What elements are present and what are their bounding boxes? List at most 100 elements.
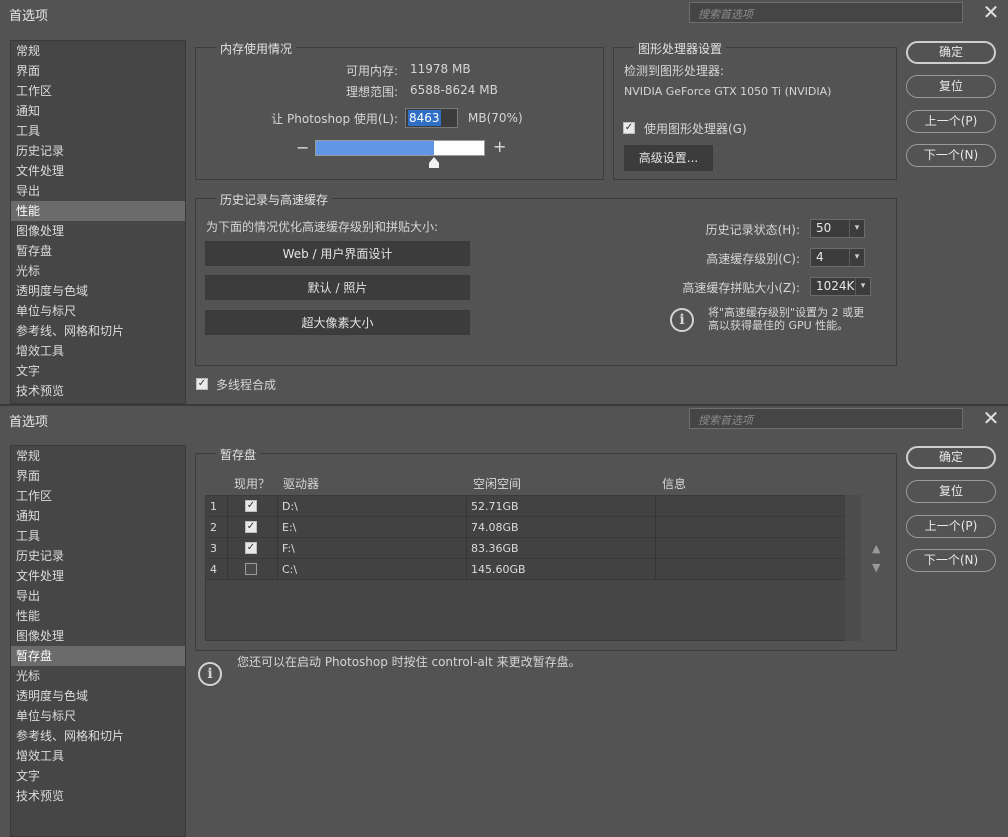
column-header-drive[interactable]: 驱动器 xyxy=(283,475,319,492)
prev-button[interactable]: 上一个(P) xyxy=(906,515,996,538)
active-cell: ✓ xyxy=(228,517,278,538)
default-photos-button[interactable]: 默认 / 照片 xyxy=(205,275,470,300)
cache-levels-select[interactable]: 4 ▾ xyxy=(810,248,865,267)
sidebar-item[interactable]: 历史记录 xyxy=(11,546,185,566)
cache-tile-size-select[interactable]: 1024K ▾ xyxy=(810,277,871,296)
sidebar-item[interactable]: 参考线、网格和切片 xyxy=(11,321,185,341)
scratch-disk-table: 1 ✓ D:\ 52.71GB 2 ✓ E:\ 74.08GB 3 ✓ F:\ 83.36GB 4 C:\… xyxy=(205,495,861,641)
ok-button[interactable]: 确定 xyxy=(906,446,996,469)
sidebar-item[interactable]: 技术预览 xyxy=(11,381,185,401)
gpu-detected-label: 检测到图形处理器: xyxy=(624,64,725,78)
next-button[interactable]: 下一个(N) xyxy=(906,549,996,572)
sidebar-item[interactable]: 常规 xyxy=(11,446,185,466)
active-checkbox[interactable]: ✓ xyxy=(245,521,257,533)
sidebar-item[interactable]: 透明度与色域 xyxy=(11,281,185,301)
row-number: 1 xyxy=(206,496,228,517)
reset-button[interactable]: 复位 xyxy=(906,480,996,503)
sidebar-item[interactable]: 通知 xyxy=(11,506,185,526)
info-icon: i xyxy=(670,308,694,332)
sidebar-item[interactable]: 光标 xyxy=(11,666,185,686)
sidebar-item[interactable]: 文字 xyxy=(11,361,185,381)
sidebar-item[interactable]: 导出 xyxy=(11,586,185,606)
use-gpu-checkbox[interactable]: ✓ xyxy=(623,122,635,134)
sidebar-item[interactable]: 界面 xyxy=(11,466,185,486)
sidebar-item[interactable]: 文件处理 xyxy=(11,161,185,181)
info-cell xyxy=(656,559,846,580)
move-up-icon[interactable]: ▲ xyxy=(872,542,880,555)
sidebar-item[interactable]: 技术预览 xyxy=(11,786,185,806)
sidebar-item[interactable]: 透明度与色域 xyxy=(11,686,185,706)
search-input[interactable]: 搜索首选项 xyxy=(689,2,963,23)
sidebar-item[interactable]: 光标 xyxy=(11,261,185,281)
sidebar-item[interactable]: 参考线、网格和切片 xyxy=(11,726,185,746)
table-scrollbar[interactable] xyxy=(845,495,861,641)
sidebar-item[interactable]: 性能 xyxy=(11,201,185,221)
memory-use-unit: MB(70%) xyxy=(468,111,523,125)
let-photoshop-use-label: 让 Photoshop 使用(L): xyxy=(271,112,398,126)
table-row[interactable]: 4 C:\ 145.60GB xyxy=(206,559,846,580)
chevron-down-icon: ▾ xyxy=(849,220,864,237)
history-states-value: 50 xyxy=(816,221,832,235)
move-down-icon[interactable]: ▼ xyxy=(872,561,880,574)
advanced-settings-button[interactable]: 高级设置... xyxy=(624,145,713,171)
close-icon[interactable]: ✕ xyxy=(980,406,1002,430)
huge-pixel-size-button[interactable]: 超大像素大小 xyxy=(205,310,470,335)
sidebar-item[interactable]: 增效工具 xyxy=(11,341,185,361)
info-icon: i xyxy=(198,662,222,686)
multithread-label: 多线程合成 xyxy=(216,378,277,392)
table-row[interactable]: 3 ✓ F:\ 83.36GB xyxy=(206,538,846,559)
column-header-free-space[interactable]: 空闲空间 xyxy=(473,475,521,492)
active-checkbox[interactable] xyxy=(245,563,257,575)
history-states-select[interactable]: 50 ▾ xyxy=(810,219,865,238)
sidebar-item[interactable]: 增效工具 xyxy=(11,746,185,766)
sidebar-item[interactable]: 工具 xyxy=(11,121,185,141)
table-row[interactable]: 2 ✓ E:\ 74.08GB xyxy=(206,517,846,538)
sidebar-item[interactable]: 单位与标尺 xyxy=(11,706,185,726)
multithread-checkbox[interactable]: ✓ xyxy=(196,378,208,390)
sidebar-item[interactable]: 常规 xyxy=(11,41,185,61)
cache-tile-size-value: 1024K xyxy=(816,279,855,293)
web-ui-design-button[interactable]: Web / 用户界面设计 xyxy=(205,241,470,266)
sidebar-item[interactable]: 暂存盘 xyxy=(11,241,185,261)
sidebar-item[interactable]: 文件处理 xyxy=(11,566,185,586)
drive-cell: C:\ xyxy=(278,559,467,580)
active-checkbox[interactable]: ✓ xyxy=(245,542,257,554)
info-cell xyxy=(656,517,846,538)
ok-button[interactable]: 确定 xyxy=(906,41,996,64)
sidebar-nav: 常规 界面 工作区 通知 工具 历史记录 文件处理 导出 性能 图像处理 暂存盘 光标 透明度与色域 单位… xyxy=(10,40,186,404)
free-space-cell: 83.36GB xyxy=(467,538,656,559)
sidebar-item[interactable]: 工具 xyxy=(11,526,185,546)
column-header-active[interactable]: 现用？ xyxy=(234,475,270,492)
sidebar-item[interactable]: 工作区 xyxy=(11,81,185,101)
info-cell xyxy=(656,538,846,559)
sidebar-item[interactable]: 历史记录 xyxy=(11,141,185,161)
search-input[interactable]: 搜索首选项 xyxy=(689,408,963,429)
sidebar-item[interactable]: 界面 xyxy=(11,61,185,81)
active-checkbox[interactable]: ✓ xyxy=(245,500,257,512)
sidebar-item[interactable]: 工作区 xyxy=(11,486,185,506)
reset-button[interactable]: 复位 xyxy=(906,75,996,98)
sidebar-item[interactable]: 图像处理 xyxy=(11,221,185,241)
dialog-title: 首选项 xyxy=(9,415,49,430)
sidebar-item[interactable]: 单位与标尺 xyxy=(11,301,185,321)
prev-button[interactable]: 上一个(P) xyxy=(906,110,996,133)
close-icon[interactable]: ✕ xyxy=(980,0,1002,24)
sidebar-item[interactable]: 性能 xyxy=(11,606,185,626)
sidebar-item[interactable]: 导出 xyxy=(11,181,185,201)
memory-use-input[interactable]: 8463 xyxy=(405,108,458,128)
active-cell: ✓ xyxy=(228,496,278,517)
sidebar-item[interactable]: 文字 xyxy=(11,766,185,786)
column-header-info[interactable]: 信息 xyxy=(662,475,686,492)
table-row[interactable]: 1 ✓ D:\ 52.71GB xyxy=(206,496,846,517)
memory-slider-track[interactable] xyxy=(315,140,485,156)
sidebar-item[interactable]: 暂存盘 xyxy=(11,646,185,666)
increase-button[interactable]: + xyxy=(493,137,506,156)
decrease-button[interactable]: − xyxy=(296,138,309,157)
sidebar-item[interactable]: 图像处理 xyxy=(11,626,185,646)
sidebar-item[interactable]: 通知 xyxy=(11,101,185,121)
next-button[interactable]: 下一个(N) xyxy=(906,144,996,167)
ideal-range-label: 理想范围: xyxy=(345,85,398,99)
group-label: 内存使用情况 xyxy=(216,40,297,57)
chevron-down-icon: ▾ xyxy=(849,249,864,266)
use-gpu-label: 使用图形处理器(G) xyxy=(644,122,747,136)
